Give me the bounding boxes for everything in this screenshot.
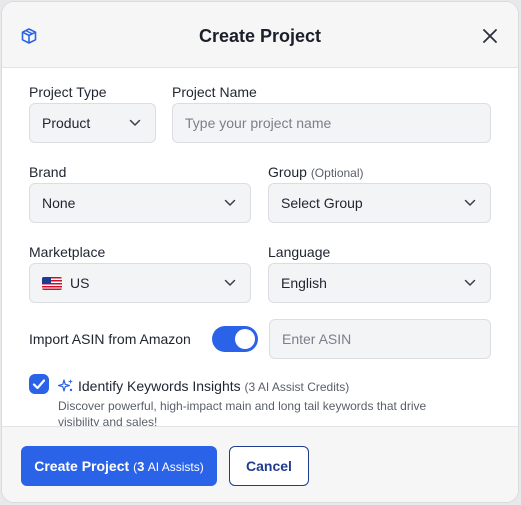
modal-footer: Create Project (3 AI Assists) Cancel bbox=[2, 426, 518, 502]
group-optional-text: (Optional) bbox=[310, 166, 364, 180]
checkmark-icon bbox=[32, 379, 46, 390]
chevron-down-icon bbox=[464, 199, 476, 206]
keywords-insights-title: Identify Keywords Insights (3 AI Assist … bbox=[78, 378, 349, 394]
cancel-label: Cancel bbox=[246, 458, 292, 474]
asin-input[interactable]: Enter ASIN bbox=[269, 319, 491, 359]
sparkle-icon bbox=[58, 379, 73, 392]
project-type-label: Project Type bbox=[29, 84, 107, 100]
chevron-down-icon bbox=[129, 119, 141, 126]
asin-placeholder: Enter ASIN bbox=[282, 331, 352, 347]
project-name-placeholder: Type your project name bbox=[185, 115, 332, 131]
create-project-button[interactable]: Create Project (3 AI Assists) bbox=[21, 446, 217, 486]
modal-title: Create Project bbox=[198, 26, 322, 46]
project-type-select[interactable]: Product bbox=[29, 103, 156, 143]
ai-assists-count: 3 bbox=[137, 458, 145, 474]
chevron-down-icon bbox=[464, 279, 476, 286]
keywords-insights-checkbox[interactable] bbox=[29, 374, 49, 394]
import-asin-toggle[interactable] bbox=[212, 326, 258, 352]
chevron-down-icon bbox=[224, 199, 236, 206]
language-select[interactable]: English bbox=[268, 263, 491, 303]
project-type-value: Product bbox=[42, 115, 91, 131]
chevron-down-icon bbox=[224, 279, 236, 286]
marketplace-value: US bbox=[70, 275, 90, 291]
group-value: Select Group bbox=[281, 195, 363, 211]
project-name-label: Project Name bbox=[172, 84, 257, 100]
group-label: Group (Optional) bbox=[268, 164, 364, 180]
modal-header: Create Project bbox=[2, 2, 518, 68]
language-label: Language bbox=[268, 244, 331, 260]
language-value: English bbox=[281, 275, 327, 291]
close-icon[interactable] bbox=[482, 28, 498, 44]
us-flag-icon bbox=[42, 276, 62, 290]
brand-select[interactable]: None bbox=[29, 183, 251, 223]
cancel-button[interactable]: Cancel bbox=[229, 446, 309, 486]
create-project-modal: Create Project Project Type Product Proj… bbox=[2, 2, 518, 502]
group-select[interactable]: Select Group bbox=[268, 183, 491, 223]
marketplace-label: Marketplace bbox=[29, 244, 106, 260]
toggle-knob bbox=[235, 329, 255, 349]
brand-label: Brand bbox=[29, 164, 67, 180]
marketplace-select[interactable]: US bbox=[29, 263, 251, 303]
group-label-text: Group bbox=[268, 164, 307, 180]
keywords-title-text: Identify Keywords Insights bbox=[78, 378, 241, 394]
import-asin-label: Import ASIN from Amazon bbox=[29, 331, 191, 347]
create-project-label: Create Project bbox=[34, 458, 130, 474]
brand-value: None bbox=[42, 195, 76, 211]
create-project-ai-assists: (3 AI Assists) bbox=[133, 459, 204, 474]
ai-assists-text: AI Assists) bbox=[147, 459, 204, 474]
project-name-input[interactable]: Type your project name bbox=[172, 103, 491, 143]
keywords-credits-text: (3 AI Assist Credits) bbox=[244, 380, 350, 394]
